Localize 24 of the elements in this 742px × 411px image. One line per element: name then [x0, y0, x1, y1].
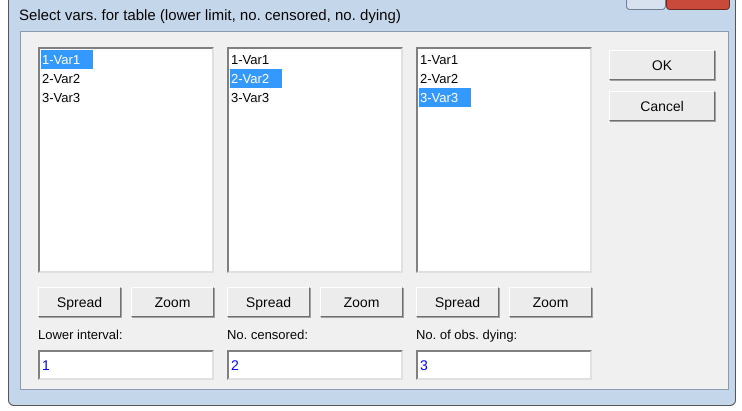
- spread-button[interactable]: Spread: [416, 287, 499, 317]
- variable-list[interactable]: 1-Var1 2-Var2 3-Var3: [38, 47, 214, 273]
- input-field[interactable]: 1: [38, 350, 214, 380]
- zoom-button[interactable]: Zoom: [509, 287, 592, 317]
- list-item[interactable]: 2-Var2: [41, 69, 94, 88]
- field-label: Lower interval:: [38, 327, 124, 343]
- ok-button[interactable]: OK: [609, 50, 715, 80]
- variable-list[interactable]: 1-Var1 2-Var2 3-Var3: [227, 47, 403, 273]
- window-title: Select vars. for table (lower limit, no. censored, no. dying): [19, 8, 401, 23]
- input-field[interactable]: 3: [416, 350, 592, 380]
- list-item[interactable]: 2-Var2: [419, 69, 472, 88]
- zoom-button[interactable]: Zoom: [320, 287, 403, 317]
- list-item[interactable]: 3-Var3: [41, 88, 94, 107]
- zoom-button[interactable]: Zoom: [131, 287, 214, 317]
- field-label: No. censored:: [227, 327, 309, 343]
- list-item[interactable]: 3-Var3: [230, 88, 282, 107]
- cancel-button[interactable]: Cancel: [609, 91, 715, 121]
- spread-button[interactable]: Spread: [227, 287, 310, 317]
- field-label: No. of obs. dying:: [416, 327, 518, 343]
- list-item[interactable]: 1-Var1: [419, 50, 472, 69]
- list-item[interactable]: 1-Var1: [230, 50, 282, 69]
- spread-button[interactable]: Spread: [38, 287, 121, 317]
- variable-list[interactable]: 1-Var1 2-Var2 3-Var3: [416, 47, 592, 273]
- input-field[interactable]: 2: [227, 350, 403, 380]
